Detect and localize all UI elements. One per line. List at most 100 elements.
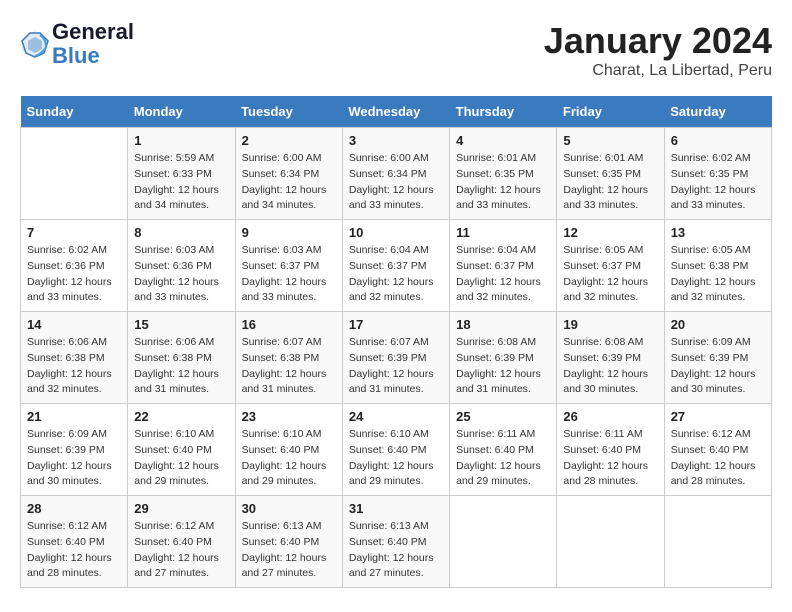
day-info: Sunrise: 6:09 AM Sunset: 6:39 PM Dayligh… [671, 335, 765, 398]
day-info: Sunrise: 6:04 AM Sunset: 6:37 PM Dayligh… [456, 243, 550, 306]
day-number: 3 [349, 133, 443, 148]
col-header-sunday: Sunday [21, 96, 128, 128]
day-number: 27 [671, 409, 765, 424]
day-number: 8 [134, 225, 228, 240]
day-cell: 17Sunrise: 6:07 AM Sunset: 6:39 PM Dayli… [342, 312, 449, 404]
day-number: 18 [456, 317, 550, 332]
day-cell: 31Sunrise: 6:13 AM Sunset: 6:40 PM Dayli… [342, 496, 449, 588]
day-info: Sunrise: 6:13 AM Sunset: 6:40 PM Dayligh… [349, 519, 443, 582]
week-row-1: 1 Sunrise: 5:59 AM Sunset: 6:33 PM Daylig… [21, 128, 772, 220]
day-info: Sunrise: 6:03 AM Sunset: 6:36 PM Dayligh… [134, 243, 228, 306]
week-row-4: 21 Sunrise: 6:09 AM Sunset: 6:39 PM Dayli… [21, 404, 772, 496]
day-info: Sunrise: 6:11 AM Sunset: 6:40 PM Dayligh… [456, 427, 550, 490]
day-info: Sunrise: 6:09 AM Sunset: 6:39 PM Dayligh… [27, 427, 121, 490]
col-header-tuesday: Tuesday [235, 96, 342, 128]
day-info: Sunrise: 6:01 AM Sunset: 6:35 PM Dayligh… [563, 151, 657, 214]
day-info: Sunrise: 6:07 AM Sunset: 6:38 PM Dayligh… [242, 335, 336, 398]
day-cell: 28 Sunrise: 6:12 AM Sunset: 6:40 PM Dayli… [21, 496, 128, 588]
day-info: Sunrise: 6:04 AM Sunset: 6:37 PM Dayligh… [349, 243, 443, 306]
week-row-3: 14 Sunrise: 6:06 AM Sunset: 6:38 PM Dayli… [21, 312, 772, 404]
day-info: Sunrise: 6:12 AM Sunset: 6:40 PM Dayligh… [27, 519, 121, 582]
day-cell: 29Sunrise: 6:12 AM Sunset: 6:40 PM Dayli… [128, 496, 235, 588]
day-cell: 15Sunrise: 6:06 AM Sunset: 6:38 PM Dayli… [128, 312, 235, 404]
day-number: 26 [563, 409, 657, 424]
col-header-monday: Monday [128, 96, 235, 128]
week-row-2: 7 Sunrise: 6:02 AM Sunset: 6:36 PM Daylig… [21, 220, 772, 312]
day-cell: 22 Sunrise: 6:10 AM Sunset: 6:40 PM Dayli… [128, 404, 235, 496]
day-info: Sunrise: 6:06 AM Sunset: 6:38 PM Dayligh… [134, 335, 228, 398]
day-cell [557, 496, 664, 588]
day-number: 2 [242, 133, 336, 148]
day-number: 10 [349, 225, 443, 240]
day-info: Sunrise: 6:01 AM Sunset: 6:35 PM Dayligh… [456, 151, 550, 214]
col-header-wednesday: Wednesday [342, 96, 449, 128]
logo: General Blue [20, 20, 134, 68]
day-number: 7 [27, 225, 121, 240]
day-info: Sunrise: 6:03 AM Sunset: 6:37 PM Dayligh… [242, 243, 336, 306]
day-info: Sunrise: 6:07 AM Sunset: 6:39 PM Dayligh… [349, 335, 443, 398]
day-cell: 10 Sunrise: 6:04 AM Sunset: 6:37 PM Dayli… [342, 220, 449, 312]
day-info: Sunrise: 6:10 AM Sunset: 6:40 PM Dayligh… [134, 427, 228, 490]
col-header-saturday: Saturday [664, 96, 771, 128]
day-cell: 14 Sunrise: 6:06 AM Sunset: 6:38 PM Dayli… [21, 312, 128, 404]
logo-line1: General [52, 20, 134, 44]
day-number: 28 [27, 501, 121, 516]
calendar-title: January 2024 [544, 20, 772, 62]
day-number: 23 [242, 409, 336, 424]
day-cell: 13 Sunrise: 6:05 AM Sunset: 6:38 PM Dayli… [664, 220, 771, 312]
day-cell: 5 Sunrise: 6:01 AM Sunset: 6:35 PM Daylig… [557, 128, 664, 220]
day-cell: 9 Sunrise: 6:03 AM Sunset: 6:37 PM Daylig… [235, 220, 342, 312]
day-cell: 2 Sunrise: 6:00 AM Sunset: 6:34 PM Daylig… [235, 128, 342, 220]
day-cell [664, 496, 771, 588]
day-cell: 24Sunrise: 6:10 AM Sunset: 6:40 PM Dayli… [342, 404, 449, 496]
day-info: Sunrise: 6:06 AM Sunset: 6:38 PM Dayligh… [27, 335, 121, 398]
week-row-5: 28 Sunrise: 6:12 AM Sunset: 6:40 PM Dayli… [21, 496, 772, 588]
day-cell: 25 Sunrise: 6:11 AM Sunset: 6:40 PM Dayli… [450, 404, 557, 496]
day-number: 6 [671, 133, 765, 148]
day-number: 4 [456, 133, 550, 148]
day-cell: 16Sunrise: 6:07 AM Sunset: 6:38 PM Dayli… [235, 312, 342, 404]
day-cell: 4 Sunrise: 6:01 AM Sunset: 6:35 PM Daylig… [450, 128, 557, 220]
day-number: 30 [242, 501, 336, 516]
day-number: 1 [134, 133, 228, 148]
day-cell: 19 Sunrise: 6:08 AM Sunset: 6:39 PM Dayli… [557, 312, 664, 404]
day-number: 5 [563, 133, 657, 148]
day-cell: 12Sunrise: 6:05 AM Sunset: 6:37 PM Dayli… [557, 220, 664, 312]
day-cell [21, 128, 128, 220]
title-section: January 2024 Charat, La Libertad, Peru [544, 20, 772, 80]
day-cell: 3 Sunrise: 6:00 AM Sunset: 6:34 PM Daylig… [342, 128, 449, 220]
day-cell: 30 Sunrise: 6:13 AM Sunset: 6:40 PM Dayli… [235, 496, 342, 588]
day-info: Sunrise: 6:02 AM Sunset: 6:36 PM Dayligh… [27, 243, 121, 306]
day-info: Sunrise: 6:10 AM Sunset: 6:40 PM Dayligh… [242, 427, 336, 490]
day-cell: 23 Sunrise: 6:10 AM Sunset: 6:40 PM Dayli… [235, 404, 342, 496]
day-info: Sunrise: 6:11 AM Sunset: 6:40 PM Dayligh… [563, 427, 657, 490]
day-info: Sunrise: 6:00 AM Sunset: 6:34 PM Dayligh… [242, 151, 336, 214]
day-info: Sunrise: 6:13 AM Sunset: 6:40 PM Dayligh… [242, 519, 336, 582]
day-number: 25 [456, 409, 550, 424]
col-header-friday: Friday [557, 96, 664, 128]
day-info: Sunrise: 5:59 AM Sunset: 6:33 PM Dayligh… [134, 151, 228, 214]
day-number: 21 [27, 409, 121, 424]
logo-line2: Blue [52, 44, 134, 68]
day-info: Sunrise: 6:00 AM Sunset: 6:34 PM Dayligh… [349, 151, 443, 214]
day-number: 14 [27, 317, 121, 332]
day-number: 20 [671, 317, 765, 332]
day-cell [450, 496, 557, 588]
day-number: 19 [563, 317, 657, 332]
col-header-thursday: Thursday [450, 96, 557, 128]
day-number: 22 [134, 409, 228, 424]
day-number: 9 [242, 225, 336, 240]
header-row: SundayMondayTuesdayWednesdayThursdayFrid… [21, 96, 772, 128]
logo-icon [20, 29, 50, 59]
day-cell: 18Sunrise: 6:08 AM Sunset: 6:39 PM Dayli… [450, 312, 557, 404]
day-info: Sunrise: 6:05 AM Sunset: 6:38 PM Dayligh… [671, 243, 765, 306]
day-info: Sunrise: 6:12 AM Sunset: 6:40 PM Dayligh… [134, 519, 228, 582]
day-cell: 21 Sunrise: 6:09 AM Sunset: 6:39 PM Dayli… [21, 404, 128, 496]
day-info: Sunrise: 6:02 AM Sunset: 6:35 PM Dayligh… [671, 151, 765, 214]
day-cell: 27Sunrise: 6:12 AM Sunset: 6:40 PM Dayli… [664, 404, 771, 496]
calendar-subtitle: Charat, La Libertad, Peru [544, 62, 772, 80]
day-number: 24 [349, 409, 443, 424]
calendar-table: SundayMondayTuesdayWednesdayThursdayFrid… [20, 96, 772, 588]
day-info: Sunrise: 6:08 AM Sunset: 6:39 PM Dayligh… [563, 335, 657, 398]
day-number: 13 [671, 225, 765, 240]
